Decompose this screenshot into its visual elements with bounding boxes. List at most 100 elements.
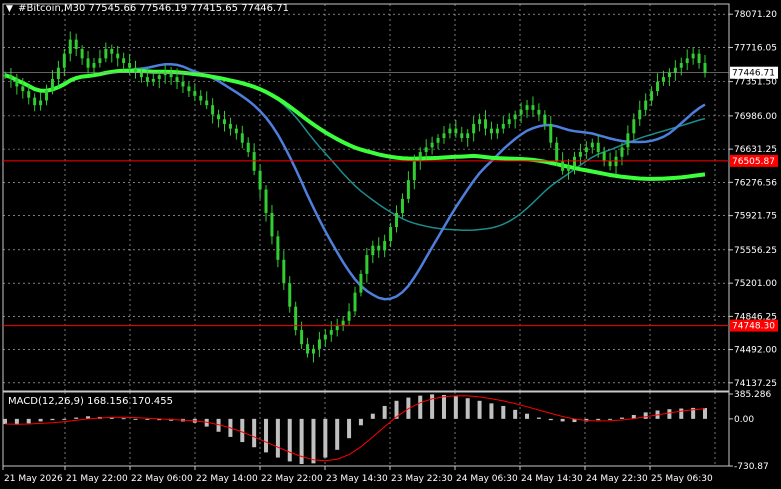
candle-body bbox=[614, 156, 618, 167]
candle-body bbox=[187, 86, 191, 92]
price-tick-label: 76986.00 bbox=[734, 112, 777, 122]
candle-body bbox=[406, 180, 410, 199]
macd-bar bbox=[50, 418, 55, 421]
candle-body bbox=[86, 58, 90, 68]
candle-body bbox=[62, 53, 66, 68]
macd-bar bbox=[667, 409, 672, 419]
candle-body bbox=[685, 58, 689, 64]
candle-body bbox=[116, 53, 120, 59]
candle-body bbox=[442, 133, 446, 138]
time-label: 23 May 22:30 bbox=[391, 474, 453, 484]
candle-body bbox=[584, 147, 588, 153]
candles bbox=[3, 31, 707, 363]
macd-bar bbox=[370, 413, 375, 419]
candle-body bbox=[389, 227, 393, 242]
candle-body bbox=[495, 128, 499, 134]
price-tick-label: 78071.20 bbox=[734, 10, 777, 20]
candle-body bbox=[377, 245, 381, 251]
candle-body bbox=[596, 142, 600, 153]
candle-body bbox=[39, 100, 43, 106]
candle-body bbox=[567, 166, 571, 171]
candle-body bbox=[205, 100, 209, 106]
candle-body bbox=[448, 128, 452, 134]
macd-bar bbox=[525, 413, 530, 419]
candle-body bbox=[68, 39, 72, 54]
candle-body bbox=[472, 123, 476, 134]
candle-body bbox=[27, 91, 31, 98]
candle-body bbox=[110, 48, 114, 54]
candle-body bbox=[341, 320, 345, 326]
macd-bar bbox=[3, 418, 7, 425]
macd-bar bbox=[608, 418, 613, 420]
candle-body bbox=[656, 81, 660, 92]
candle-body bbox=[454, 128, 458, 134]
candle-body bbox=[460, 133, 464, 138]
candle-body bbox=[211, 105, 215, 115]
macd-bar bbox=[465, 398, 470, 419]
macd-bar bbox=[679, 408, 684, 419]
candle-body bbox=[501, 123, 505, 129]
candle-body bbox=[436, 137, 440, 143]
macd-bar bbox=[418, 395, 423, 419]
candle-body bbox=[228, 123, 232, 129]
macd-bar bbox=[38, 418, 43, 422]
candle-body bbox=[555, 142, 559, 162]
candle-body bbox=[578, 152, 582, 157]
candle-body bbox=[608, 161, 612, 167]
candle-body bbox=[620, 147, 624, 157]
candle-body bbox=[45, 90, 49, 101]
time-label: 23 May 14:30 bbox=[326, 474, 388, 484]
candle-body bbox=[661, 77, 665, 82]
macd-bar bbox=[335, 418, 340, 450]
time-label: 24 May 22:30 bbox=[586, 474, 648, 484]
candle-body bbox=[139, 72, 143, 78]
candle-body bbox=[347, 311, 351, 321]
candle-body bbox=[134, 67, 138, 73]
candle-body bbox=[98, 58, 102, 64]
price-tick-label: 75921.75 bbox=[734, 212, 777, 222]
candle-body bbox=[632, 119, 636, 134]
price-tick-label: 75201.00 bbox=[734, 279, 777, 289]
candle-body bbox=[92, 63, 96, 68]
candle-body bbox=[234, 128, 238, 134]
candle-body bbox=[193, 91, 197, 96]
candle-body bbox=[537, 109, 541, 115]
ma-fast-line bbox=[4, 69, 706, 232]
time-label: 22 May 06:00 bbox=[131, 474, 193, 484]
candle-body bbox=[151, 78, 155, 82]
candle-body bbox=[679, 63, 683, 68]
triangle-down-icon[interactable]: ▼ bbox=[6, 4, 13, 14]
price-tick-label: 77716.05 bbox=[734, 43, 777, 53]
candle-body bbox=[246, 142, 250, 153]
candle-body bbox=[21, 86, 25, 92]
candle-body bbox=[181, 81, 185, 87]
candle-body bbox=[294, 306, 298, 331]
price-tick-label: 77351.50 bbox=[734, 78, 777, 88]
candle-body bbox=[531, 105, 535, 110]
candle-body bbox=[335, 325, 339, 331]
macd-tick-label: -730.87 bbox=[734, 462, 769, 472]
price-tick-label: 76631.25 bbox=[734, 145, 777, 155]
candle-body bbox=[306, 344, 310, 354]
moving-averages bbox=[4, 62, 706, 301]
candle-body bbox=[418, 152, 422, 162]
candle-body bbox=[489, 128, 493, 134]
macd-bar bbox=[26, 418, 31, 424]
candle-body bbox=[572, 156, 576, 167]
candle-body bbox=[258, 170, 262, 190]
candle-body bbox=[122, 58, 126, 64]
candle-body bbox=[667, 72, 671, 78]
macd-bar bbox=[382, 405, 387, 419]
close-value: 77446.71 bbox=[241, 3, 289, 14]
macd-bar bbox=[275, 418, 280, 458]
time-label: 25 May 06:30 bbox=[651, 474, 713, 484]
candle-body bbox=[513, 114, 517, 120]
price-tick-label: 76276.56 bbox=[734, 178, 777, 188]
price-chart[interactable]: 76505.87 74748.30 77446.71 78071.20 77716.0… bbox=[0, 0, 781, 489]
candle-body bbox=[543, 114, 547, 124]
macd-bar bbox=[74, 417, 79, 419]
macd-bar bbox=[287, 418, 292, 462]
price-tick-label: 74492.00 bbox=[734, 346, 777, 356]
candle-body bbox=[252, 152, 256, 171]
candle-body bbox=[395, 212, 399, 228]
